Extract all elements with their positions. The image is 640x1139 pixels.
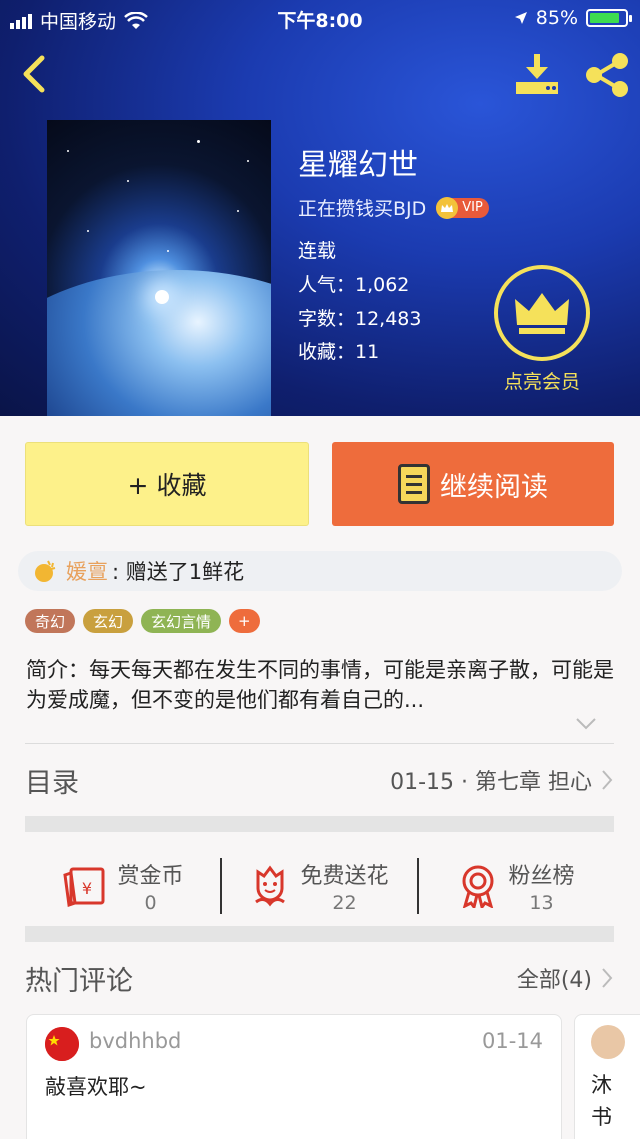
toc-title: 目录 [25,767,79,799]
comment-date: 01-14 [481,1029,543,1053]
continue-reading-button[interactable]: 继续阅读 [332,442,614,526]
author-row[interactable]: 正在攒钱买BJD VIP [298,194,489,221]
crown-icon [436,196,459,219]
stat-label: 赏金币 [117,864,184,889]
share-icon[interactable] [582,50,632,100]
book-header: 中国移动 下午8:00 85% 星耀幻世 正在攒钱买BJD VIP 连载 人气：… [0,0,640,416]
back-button[interactable] [16,52,56,96]
section-separator [25,926,614,942]
free-flower-button[interactable]: 免费送花 22 [222,858,417,914]
chevron-right-icon[interactable] [600,966,614,990]
author-name[interactable]: 正在攒钱买BJD [298,194,426,221]
comment-card[interactable]: 沐书 [574,1014,640,1139]
avatar[interactable] [591,1025,625,1059]
comment-text: 沐书 [591,1073,612,1129]
continue-reading-label: 继续阅读 [440,471,548,503]
stat-value: 22 [332,892,357,914]
hot-comments-header: 热门评论 全部(4) [25,950,614,1006]
reward-coins-button[interactable]: ¥ 赏金币 0 [25,858,220,914]
vip-badge: VIP [436,196,489,219]
book-intro[interactable]: 简介：每天每天都在发生不同的事情，可能是亲离子散，可能是为爱成魔，但不变的是他们… [26,655,614,715]
medal-icon [462,865,494,908]
book-word-count: 字数：12,483 [298,308,422,330]
stat-value: 0 [144,892,157,914]
book-favorites: 收藏：11 [298,341,380,363]
comment-text: 敲喜欢耶~ [45,1075,147,1099]
support-stats: ¥ 赏金币 0 免费送花 22 粉丝榜 13 [25,834,614,938]
hot-comments-title: 热门评论 [25,965,133,997]
collect-button[interactable]: + 收藏 [25,442,309,526]
tag[interactable]: 玄幻言情 [141,609,222,633]
chevron-down-icon[interactable] [574,716,598,732]
tag-list: 奇幻 玄幻 玄幻言情 + [25,609,260,633]
add-tag-button[interactable]: + [229,609,260,633]
latest-chapter[interactable]: 01-15 · 第七章 担心 [390,764,592,796]
tag[interactable]: 玄幻 [83,609,134,633]
book-popularity: 人气：1,062 [298,274,410,296]
all-comments-link[interactable]: 全部(4) [517,962,592,994]
book-status: 连载 [298,240,337,262]
stat-value: 13 [529,892,554,914]
status-bar: 中国移动 下午8:00 85% [0,0,640,36]
stat-label: 粉丝榜 [508,864,575,889]
avatar[interactable] [45,1027,79,1061]
table-of-contents-row[interactable]: 目录 01-15 · 第七章 担心 [25,746,614,814]
book-icon [398,464,430,504]
member-label: 点亮会员 [503,371,580,393]
chevron-right-icon [602,770,613,790]
book-cover[interactable] [47,120,271,416]
battery-percent: 85% [535,7,578,29]
stat-label: 免费送花 [300,864,389,889]
battery-icon [586,9,632,27]
member-button[interactable]: 点亮会员 [492,265,592,394]
gift-message: : 赠送了1鲜花 [112,560,245,584]
comment-card[interactable]: bvdhhbd 01-14 敲喜欢耶~ [26,1014,562,1139]
clap-icon [35,560,56,582]
gift-sender[interactable]: 媛亶 [66,556,108,586]
download-icon[interactable] [512,52,562,98]
crown-icon [494,265,590,361]
svg-text:¥: ¥ [82,879,92,898]
comment-username[interactable]: bvdhhbd [89,1029,181,1053]
divider [25,743,614,744]
tag[interactable]: 奇幻 [25,609,76,633]
section-separator [25,816,614,832]
gift-notice[interactable]: 媛亶 : 赠送了1鲜花 [18,551,622,591]
book-title: 星耀幻世 [298,148,418,183]
fan-ranking-button[interactable]: 粉丝榜 13 [419,858,614,914]
location-icon [514,12,527,24]
red-envelope-icon: ¥ [63,867,105,907]
vip-label: VIP [462,200,483,215]
flower-icon [255,865,286,907]
